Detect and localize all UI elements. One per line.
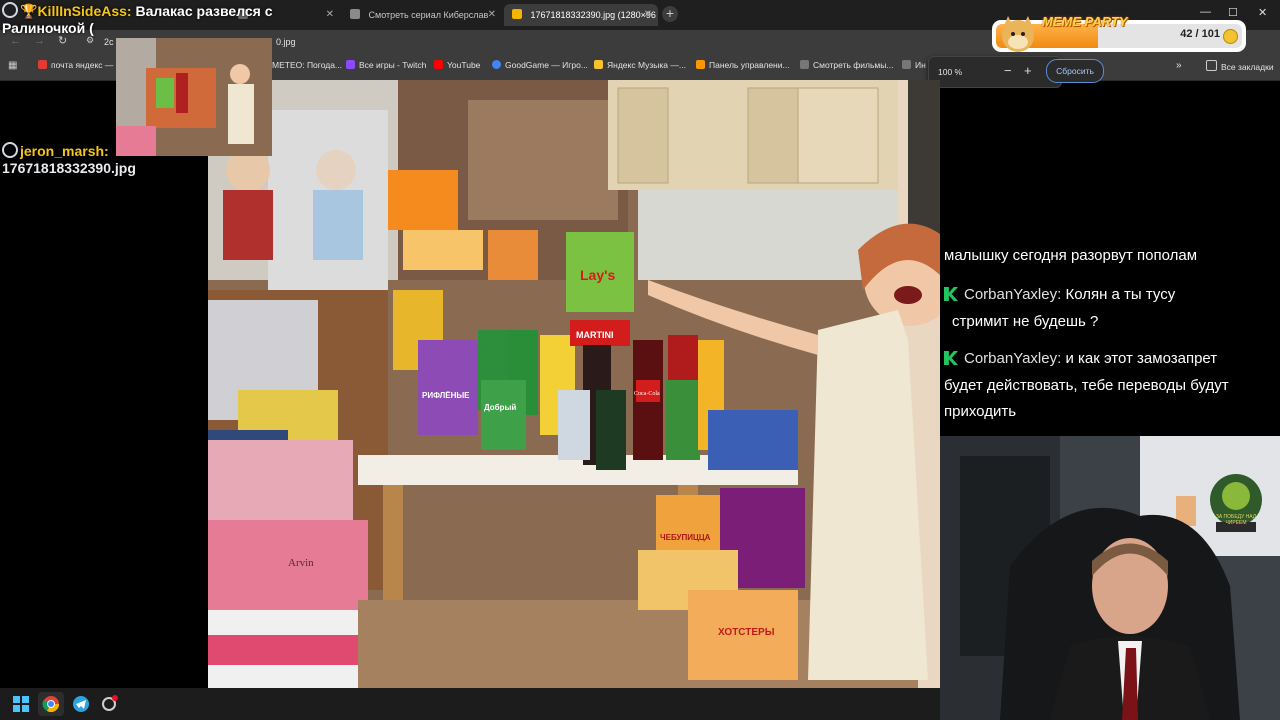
alert-nick: jeron_marsh: xyxy=(20,143,109,159)
chat-message: будет действовать, тебе переводы будут xyxy=(944,377,1229,394)
chat-text: малышку сегодня разорвут пополам xyxy=(944,247,1198,264)
tab-label: Смотреть сериал Киберслав xyxy=(368,10,489,20)
all-bookmarks[interactable]: Все закладки xyxy=(1206,60,1274,72)
webcam-feed: ЗА ПОБЕДУ НАД ЧИРЕЕМ xyxy=(940,436,1280,720)
telegram-icon[interactable] xyxy=(72,695,90,713)
alert-text: Ралиночкой ( xyxy=(2,20,94,36)
pack-label: ХОТСТЕРЫ xyxy=(718,627,775,638)
close-window-icon[interactable]: ✕ xyxy=(1258,6,1267,19)
zoom-level: 100 % xyxy=(938,67,963,77)
close-tab-icon[interactable]: ✕ xyxy=(644,4,652,26)
chat-message: приходить xyxy=(944,403,1016,420)
bookmark-item[interactable]: GoodGame — Игро... xyxy=(492,60,588,70)
photo-scene: Arvin Lay's РИФЛЁНЫЕ MARTINI Coca-Cola Д… xyxy=(208,80,940,688)
bookmark-item[interactable]: METEO: Погода... xyxy=(272,60,342,70)
pack-label: РИФЛЁНЫЕ xyxy=(422,391,470,400)
zoom-out-button[interactable]: − xyxy=(1004,63,1012,78)
apps-grid-icon[interactable]: ▦ xyxy=(8,60,17,71)
close-tab-icon[interactable]: ✕ xyxy=(488,4,496,26)
browser-tab-active[interactable]: 17671818332390.jpg (1280×96 ✕ xyxy=(504,4,658,26)
alert-text: Валакас развелся с xyxy=(135,3,273,19)
box-label: Arvin xyxy=(288,557,314,569)
chat-nick: CorbanYaxley: xyxy=(964,286,1062,303)
chrome-icon[interactable] xyxy=(42,695,60,713)
page-icon xyxy=(350,9,360,19)
taskbar xyxy=(0,688,940,720)
chat-message: малышку сегодня разорвут пополам xyxy=(944,247,1197,264)
chat-text: стримит не будешь ? xyxy=(952,313,1099,330)
bookmark-item[interactable]: Ин xyxy=(902,60,926,70)
settings-app-icon[interactable] xyxy=(100,695,118,713)
page-icon xyxy=(902,60,911,69)
music-icon xyxy=(594,60,603,69)
chat-text: Колян а ты тусу xyxy=(1065,286,1176,303)
chat-nick: CorbanYaxley: xyxy=(964,350,1062,367)
alert-text: 17671818332390.jpg xyxy=(2,160,136,176)
lays-logo-text: Lay's xyxy=(580,267,615,283)
donation-alert-bottom: jeron_marsh: 17671818332390.jpg xyxy=(2,142,136,177)
bookmark-item[interactable]: почта яндекс — xyxy=(38,60,113,70)
twitch-icon xyxy=(346,60,355,69)
browser-tab[interactable]: Смотреть сериал Киберслав ✕ xyxy=(342,4,502,26)
zoom-in-button[interactable]: + xyxy=(1024,63,1032,78)
bookmark-item[interactable]: Панель управлени... xyxy=(696,60,790,70)
badge-caption: ЗА ПОБЕДУ НАД ЧИРЕЕМ xyxy=(1215,514,1257,526)
close-tab-icon[interactable]: ✕ xyxy=(326,4,334,26)
goodgame-badge-icon xyxy=(2,2,18,18)
chat-message: стримит не будешь ? xyxy=(952,313,1098,330)
kick-badge-icon xyxy=(944,287,958,301)
bookmark-item[interactable]: Все игры - Twitch xyxy=(346,60,426,70)
chat-text: будет действовать, тебе переводы будут xyxy=(944,377,1229,394)
more-bookmarks-icon[interactable]: » xyxy=(1176,60,1182,71)
yandex-icon xyxy=(38,60,47,69)
bookmark-item[interactable]: YouTube xyxy=(434,60,480,70)
meme-party-title: MEME PARTY xyxy=(1042,14,1128,29)
coke-label: Coca-Cola xyxy=(634,391,660,397)
windows-start-icon[interactable] xyxy=(12,695,30,713)
folder-icon xyxy=(1206,60,1217,71)
chat-text: и как этот замозапрет xyxy=(1065,350,1218,367)
donation-alert-top: 🏆KillInSideAss: Валакас развелся с Ралин… xyxy=(2,2,273,37)
kick-badge-icon xyxy=(944,351,958,365)
main-image: Arvin Lay's РИФЛЁНЫЕ MARTINI Coca-Cola Д… xyxy=(208,80,940,688)
bookmark-item[interactable]: Смотреть фильмы... xyxy=(800,60,893,70)
donation-panel-icon xyxy=(696,60,705,69)
new-tab-button[interactable]: + xyxy=(662,6,678,22)
image-preview-thumbnail xyxy=(116,38,272,156)
trophy-icon: 🏆 xyxy=(20,3,38,19)
url-text-tail[interactable]: 0.jpg xyxy=(276,37,296,47)
doge-icon xyxy=(1002,16,1034,52)
chat-message: CorbanYaxley: и как этот замозапрет xyxy=(944,350,1217,367)
meme-party-widget: MEME PARTY 42 / 101 xyxy=(992,14,1246,52)
goodgame-icon xyxy=(492,60,501,69)
coin-icon xyxy=(1223,29,1238,44)
chat-message: CorbanYaxley: Колян а ты тусу xyxy=(944,286,1175,303)
image-file-icon xyxy=(512,9,522,19)
film-icon xyxy=(800,60,809,69)
url-text[interactable]: 2c xyxy=(104,37,114,47)
minimize-icon[interactable]: — xyxy=(1200,6,1211,18)
tab-label: 17671818332390.jpg (1280×96 xyxy=(530,10,656,20)
alert-nick: KillInSideAss: xyxy=(37,3,132,19)
martini-label: MARTINI xyxy=(576,330,614,340)
pack-label: ЧЕБУПИЦЦА xyxy=(660,533,711,542)
meme-party-count: 42 / 101 xyxy=(1180,28,1220,40)
maximize-icon[interactable]: ☐ xyxy=(1228,6,1238,19)
youtube-icon xyxy=(434,60,443,69)
zoom-reset-button[interactable]: Сбросить xyxy=(1046,59,1104,83)
goodgame-badge-icon xyxy=(2,142,18,158)
chat-text: приходить xyxy=(944,403,1017,420)
juice-label: Добрый xyxy=(484,403,516,412)
zoom-popup: 100 % − + xyxy=(928,56,1062,88)
bookmark-item[interactable]: Яндекс Музыка —... xyxy=(594,60,686,70)
